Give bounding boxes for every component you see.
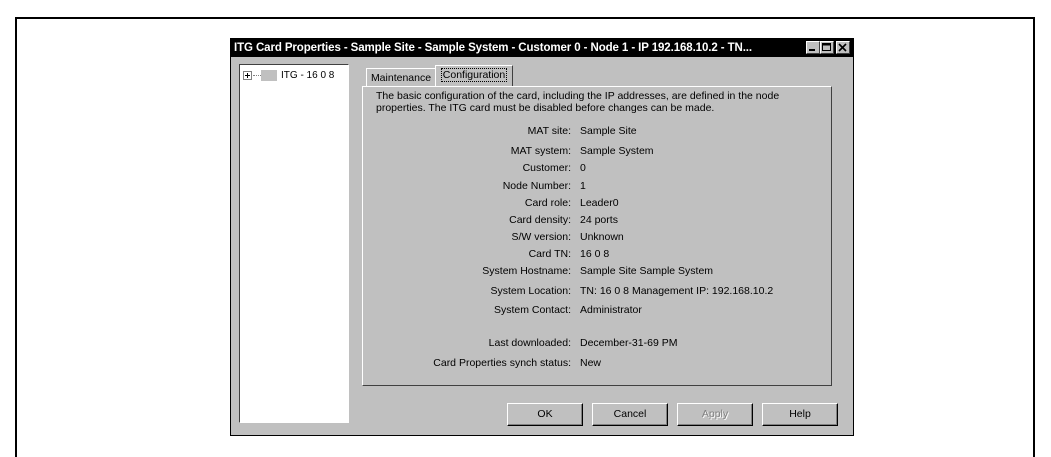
field-value: 0: [580, 162, 586, 174]
card-tree-view[interactable]: ITG - 16 0 8: [239, 64, 349, 423]
field-label: Card density:: [509, 214, 571, 226]
field-label: MAT site:: [527, 125, 571, 137]
field-value: 1: [580, 180, 586, 192]
field-value: Sample System: [580, 145, 654, 157]
field-value: Administrator: [580, 304, 642, 316]
field-customer: Customer: 0: [363, 161, 833, 175]
field-sw-version: S/W version: Unknown: [363, 230, 833, 244]
ok-button[interactable]: OK: [507, 403, 583, 426]
field-system-hostname: System Hostname: Sample Site Sample Syst…: [363, 264, 833, 278]
minimize-icon: [809, 49, 815, 51]
field-system-location: System Location: TN: 16 0 8 Management I…: [363, 284, 833, 298]
window-title: ITG Card Properties - Sample Site - Samp…: [234, 42, 752, 54]
field-value: Unknown: [580, 231, 624, 243]
field-label: System Location:: [490, 285, 571, 297]
maximize-button[interactable]: [820, 41, 834, 54]
field-value: 24 ports: [580, 214, 618, 226]
help-button[interactable]: Help: [762, 403, 838, 426]
field-card-density: Card density: 24 ports: [363, 213, 833, 227]
field-value: Sample Site: [580, 125, 637, 137]
field-label: Card TN:: [528, 248, 571, 260]
field-last-downloaded: Last downloaded: December-31-69 PM: [363, 336, 833, 350]
tree-item-label: ITG - 16 0 8: [281, 70, 335, 81]
maximize-icon: [822, 43, 831, 51]
tree-connector-line: [253, 75, 261, 76]
field-synch-status: Card Properties synch status: New: [363, 356, 833, 370]
configuration-panel: The basic configuration of the card, inc…: [362, 86, 832, 386]
tab-maintenance[interactable]: Maintenance: [366, 68, 436, 86]
tab-maintenance-label: Maintenance: [370, 72, 432, 84]
close-icon: [838, 43, 847, 52]
field-label: Customer:: [522, 162, 571, 174]
field-label: S/W version:: [511, 231, 571, 243]
field-card-role: Card role: Leader0: [363, 196, 833, 210]
field-value: December-31-69 PM: [580, 337, 678, 349]
tab-configuration-label: Configuration: [440, 68, 508, 82]
field-label: Last downloaded:: [488, 337, 571, 349]
expand-plus-icon[interactable]: [243, 71, 252, 80]
field-label: Node Number:: [502, 180, 571, 192]
field-value: 16 0 8: [580, 248, 610, 260]
field-card-tn: Card TN: 16 0 8: [363, 247, 833, 261]
apply-button[interactable]: Apply: [677, 403, 753, 426]
field-label: Card Properties synch status:: [433, 357, 571, 369]
card-node-icon: [261, 70, 277, 81]
field-value: Leader0: [580, 197, 619, 209]
minimize-button[interactable]: [806, 41, 820, 54]
field-label: System Contact:: [493, 304, 571, 316]
itg-card-properties-window: ITG Card Properties - Sample Site - Samp…: [230, 38, 854, 436]
cancel-button[interactable]: Cancel: [592, 403, 668, 426]
field-label: Card role:: [524, 197, 571, 209]
field-system-contact: System Contact: Administrator: [363, 303, 833, 317]
title-bar[interactable]: ITG Card Properties - Sample Site - Samp…: [231, 39, 853, 57]
field-value: New: [580, 357, 602, 369]
close-button[interactable]: [836, 41, 850, 54]
tab-configuration[interactable]: Configuration: [435, 65, 513, 86]
field-value: Sample Site Sample System: [580, 265, 714, 277]
field-node-number: Node Number: 1: [363, 179, 833, 193]
field-mat-site: MAT site: Sample Site: [363, 124, 833, 138]
field-value: TN: 16 0 8 Management IP: 192.168.10.2: [580, 285, 774, 297]
field-label: System Hostname:: [482, 265, 571, 277]
field-mat-system: MAT system: Sample System: [363, 144, 833, 158]
field-label: MAT system:: [510, 145, 571, 157]
configuration-description: The basic configuration of the card, inc…: [376, 90, 780, 114]
